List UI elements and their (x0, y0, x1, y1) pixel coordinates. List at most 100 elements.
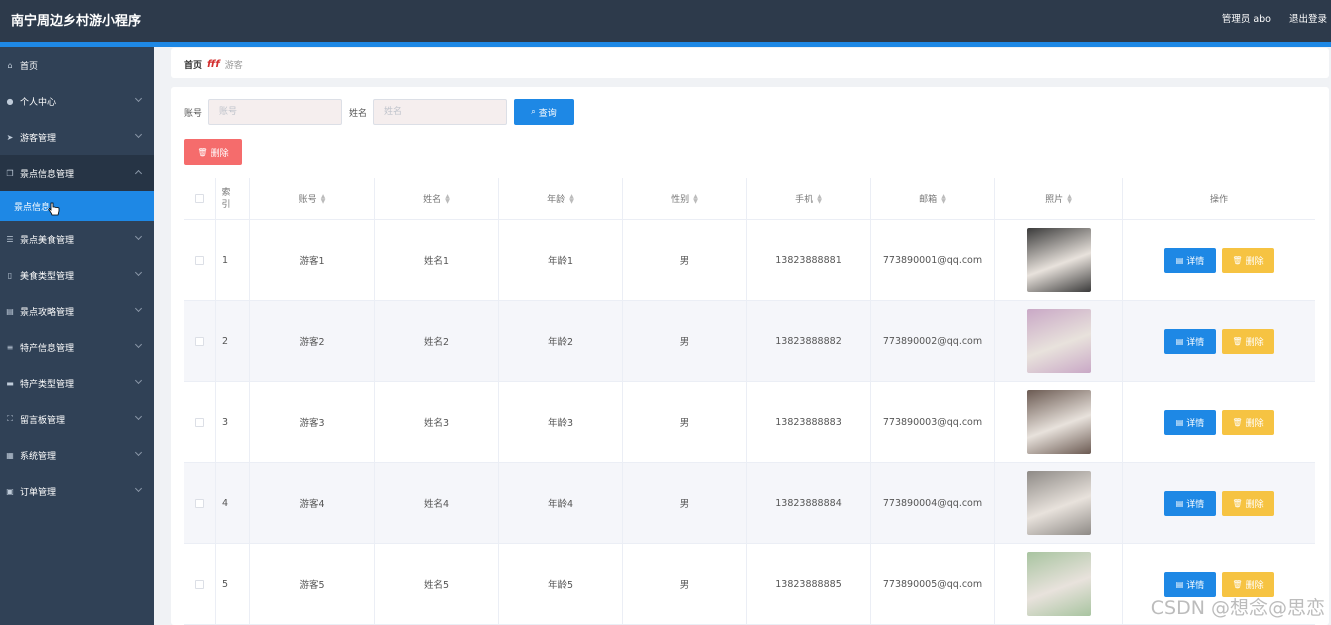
phone-icon: ▯ (7, 270, 13, 280)
row-checkbox[interactable] (195, 255, 204, 265)
cell-age: 年龄2 (499, 301, 623, 381)
header-account[interactable]: 账号 ▲ ▼ (250, 178, 375, 219)
cell-index: 2 (216, 301, 250, 381)
delete-label: 删除 (1245, 256, 1264, 267)
header-label: 账号 (298, 195, 317, 205)
chevron-down-icon (134, 412, 143, 421)
table-row: 5 游客5 姓名5 年龄5 男 13823888885 773890005@qq… (184, 544, 1315, 625)
delete-label: 删除 (1245, 337, 1264, 348)
avatar (1026, 390, 1091, 454)
document-icon: ▤ (1175, 255, 1184, 265)
table-header: 索引 账号 ▲ ▼ 姓名 ▲ ▼ 年龄 ▲ ▼ 性别 ▲ ▼ 手机 ▲ ▼ 邮箱 ▲ ▼ 照片 ▲ ▼ 操作 (184, 178, 1315, 220)
batch-delete-button[interactable]: 🗑 删除 (184, 139, 242, 165)
sidebar-item-food-type-management[interactable]: ▯ 美食类型管理 (0, 257, 154, 293)
detail-button[interactable]: ▤ 详情 (1164, 247, 1216, 273)
cell-gender: 男 (623, 382, 747, 462)
trash-icon: 🗑 (1232, 336, 1243, 346)
delete-button[interactable]: 🗑 删除 (1222, 409, 1274, 435)
sidebar-item-label: 订单管理 (20, 487, 57, 498)
detail-button[interactable]: ▤ 详情 (1164, 328, 1216, 354)
select-all-checkbox[interactable] (195, 194, 204, 203)
detail-button[interactable]: ▤ 详情 (1164, 490, 1216, 516)
chevron-down-icon (134, 448, 143, 457)
header-actions: 操作 (1123, 178, 1315, 219)
delete-button[interactable]: 🗑 删除 (1222, 247, 1274, 273)
avatar (1026, 552, 1091, 616)
logout-link[interactable]: 退出登录 (1289, 11, 1327, 25)
cell-account: 游客2 (250, 301, 375, 381)
cell-gender: 男 (623, 301, 747, 381)
send-icon: ➤ (6, 132, 14, 142)
breadcrumb-home[interactable]: 首页 (184, 58, 202, 71)
header-name[interactable]: 姓名 ▲ ▼ (375, 178, 499, 219)
hand-cursor-icon (48, 202, 60, 216)
sort-icon: ▲ ▼ (445, 192, 450, 205)
admin-label: 管理员 abo (1221, 14, 1271, 25)
tourist-table: 索引 账号 ▲ ▼ 姓名 ▲ ▼ 年龄 ▲ ▼ 性别 ▲ ▼ 手机 ▲ ▼ 邮箱 ▲ ▼ 照片 ▲ ▼ 操作… (184, 178, 1315, 625)
sidebar-subitem-label: 景点信息 (14, 202, 51, 213)
csdn-watermark: CSDN @想念@思恋 (1150, 597, 1325, 619)
row-checkbox[interactable] (195, 417, 204, 427)
cell-age: 年龄5 (499, 544, 623, 624)
delete-button[interactable]: 🗑 删除 (1222, 490, 1274, 516)
name-search-input[interactable] (373, 99, 508, 125)
user-icon: ● (6, 96, 14, 106)
home-icon: ⌂ (7, 60, 13, 70)
sidebar-item-specialty-type-management[interactable]: ▬ 特产类型管理 (0, 365, 154, 401)
header-phone[interactable]: 手机 ▲ ▼ (747, 178, 871, 219)
row-checkbox-cell (184, 382, 216, 462)
cell-phone: 13823888883 (747, 382, 871, 462)
header-label: 索引 (221, 187, 231, 210)
cell-account: 游客3 (250, 382, 375, 462)
delete-button[interactable]: 🗑 删除 (1222, 328, 1274, 354)
cell-phone: 13823888882 (747, 301, 871, 381)
sort-icon: ▲ ▼ (1067, 192, 1072, 205)
sidebar-item-home[interactable]: ⌂ 首页 (0, 47, 154, 83)
query-button[interactable]: ⌕ 查询 (514, 99, 575, 125)
header-age[interactable]: 年龄 ▲ ▼ (499, 178, 623, 219)
header-photo[interactable]: 照片 ▲ ▼ (995, 178, 1123, 219)
row-checkbox[interactable] (195, 336, 204, 346)
header-email[interactable]: 邮箱 ▲ ▼ (871, 178, 995, 219)
query-button-label: 查询 (538, 108, 557, 119)
sort-icon: ▲ ▼ (817, 192, 822, 205)
chevron-down-icon (134, 376, 143, 385)
sidebar: ⌂ 首页 ● 个人中心 ➤ 游客管理 ❐ 景点信息管理 景点信息 ☰ 景点美食管… (0, 47, 154, 625)
sidebar-item-message-board-management[interactable]: ⛶ 留言板管理 (0, 401, 154, 437)
chevron-down-icon (134, 130, 143, 139)
sidebar-item-tourist-management[interactable]: ➤ 游客管理 (0, 119, 154, 155)
chevron-down-icon (134, 304, 143, 313)
trash-icon: 🗑 (1232, 255, 1243, 265)
sidebar-item-scenic-info-management[interactable]: ❐ 景点信息管理 (0, 155, 154, 191)
search-icon: ⌕ (531, 107, 536, 116)
cell-photo (995, 463, 1123, 543)
sidebar-item-personal-center[interactable]: ● 个人中心 (0, 83, 154, 119)
cell-index: 1 (216, 220, 250, 300)
sidebar-subitem-scenic-info[interactable]: 景点信息 (0, 191, 154, 221)
chevron-up-icon (134, 169, 143, 178)
cell-actions: ▤ 详情 🗑 删除 (1123, 220, 1315, 300)
detail-label: 详情 (1186, 580, 1205, 591)
sidebar-item-scenic-guide-management[interactable]: ▤ 景点攻略管理 (0, 293, 154, 329)
row-checkbox[interactable] (195, 579, 204, 589)
cell-actions: ▤ 详情 🗑 删除 (1123, 382, 1315, 462)
sidebar-item-scenic-food-management[interactable]: ☰ 景点美食管理 (0, 221, 154, 257)
header-label: 年龄 (547, 195, 566, 205)
detail-button[interactable]: ▤ 详情 (1164, 409, 1216, 435)
cell-gender: 男 (623, 220, 747, 300)
header-label: 邮箱 (919, 195, 938, 205)
sliders-icon: ☰ (6, 234, 14, 244)
sidebar-item-specialty-info-management[interactable]: ≡ 特产信息管理 (0, 329, 154, 365)
sidebar-item-label: 景点信息管理 (20, 169, 75, 180)
table-row: 3 游客3 姓名3 年龄3 男 13823888883 773890003@qq… (184, 382, 1315, 463)
table-row: 2 游客2 姓名2 年龄2 男 13823888882 773890002@qq… (184, 301, 1315, 382)
trash-icon: 🗑 (197, 147, 208, 157)
row-checkbox[interactable] (195, 498, 204, 508)
cell-email: 773890001@qq.com (871, 220, 995, 300)
sidebar-item-order-management[interactable]: ▣ 订单管理 (0, 473, 154, 509)
avatar (1026, 228, 1091, 292)
cell-phone: 13823888881 (747, 220, 871, 300)
header-gender[interactable]: 性别 ▲ ▼ (623, 178, 747, 219)
account-search-input[interactable] (208, 99, 343, 125)
sidebar-item-system-management[interactable]: ▦ 系统管理 (0, 437, 154, 473)
